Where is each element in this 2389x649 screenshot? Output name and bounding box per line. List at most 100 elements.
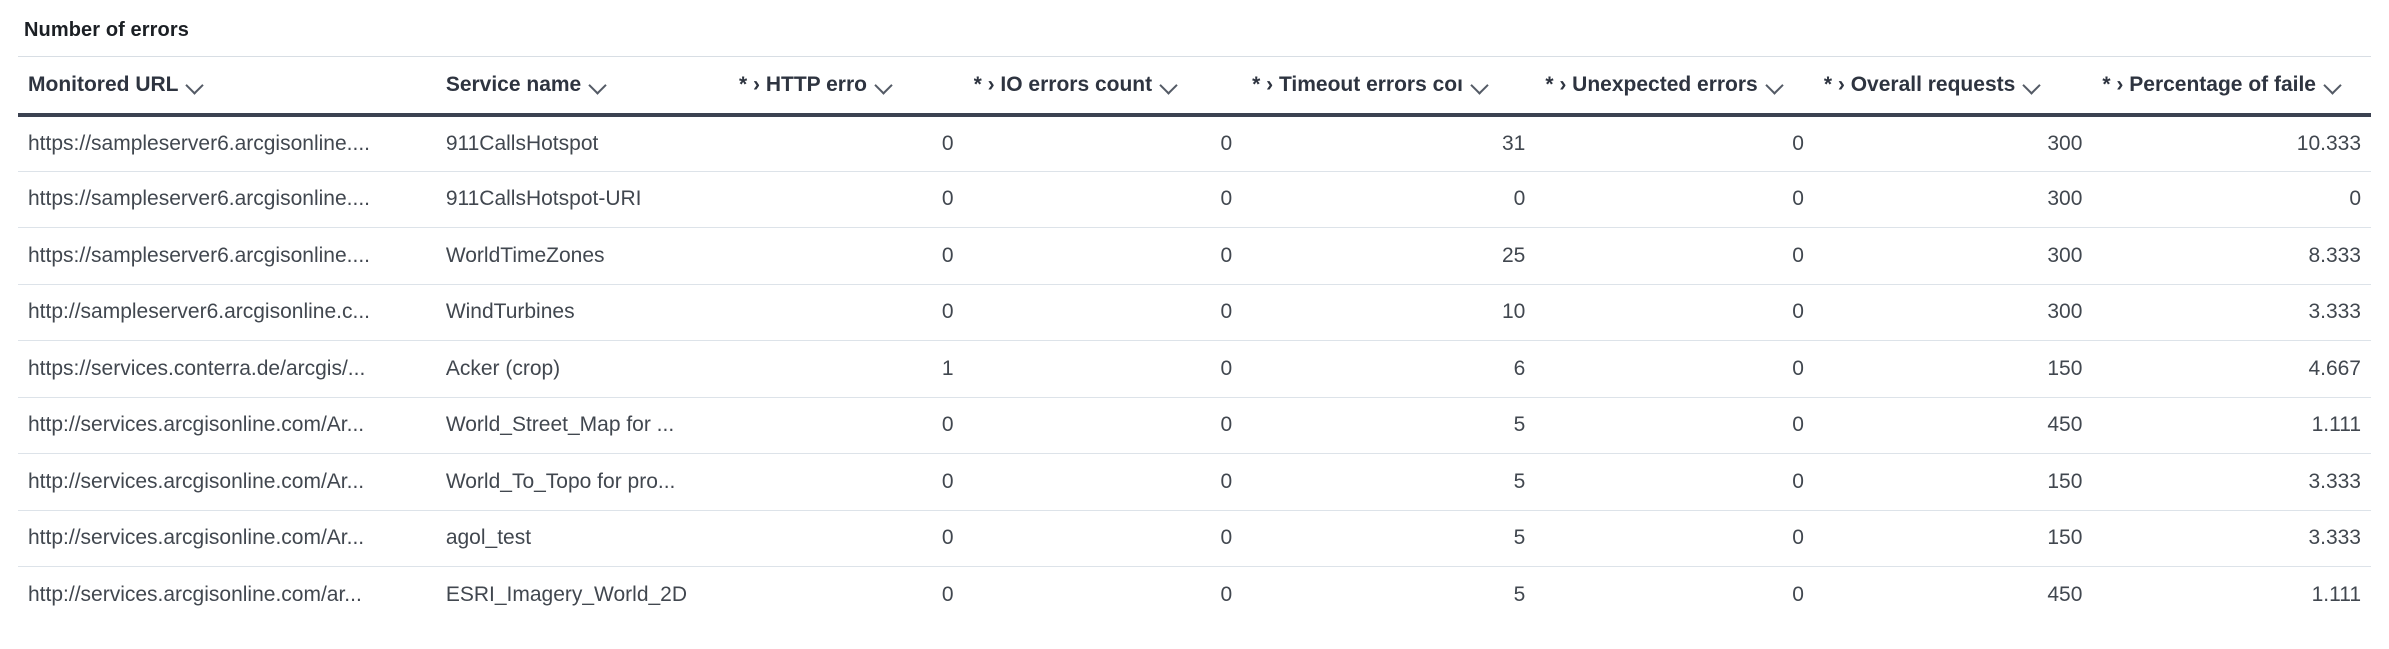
cell-http-errors: 0 xyxy=(729,284,964,341)
cell-monitored-url: http://sampleserver6.arcgisonline.c... xyxy=(18,284,436,341)
cell-io-errors: 0 xyxy=(963,284,1243,341)
column-header-label: * › Unexpected errors xyxy=(1545,72,1758,96)
cell-unexpected-errors: 0 xyxy=(1535,227,1814,285)
cell-monitored-url: https://sampleserver6.arcgisonline.... xyxy=(18,171,436,228)
cell-overall-requests: 300 xyxy=(1813,171,2093,228)
chevron-down-icon[interactable] xyxy=(1160,76,1178,94)
cell-overall-requests: 150 xyxy=(1813,510,2093,567)
column-header-label: * › Timeout errors coı xyxy=(1252,72,1463,96)
table-row[interactable]: http://services.arcgisonline.com/Ar... ag… xyxy=(18,510,2371,567)
cell-percentage-failed: 3.333 xyxy=(2092,453,2371,511)
cell-monitored-url: http://services.arcgisonline.com/Ar... xyxy=(18,453,436,511)
cell-service-name: agol_test xyxy=(435,510,730,567)
column-header-label: Service name xyxy=(445,72,582,96)
cell-overall-requests: 300 xyxy=(1813,227,2093,285)
cell-overall-requests: 300 xyxy=(1813,284,2093,341)
cell-service-name: World_To_Topo for pro... xyxy=(435,453,730,511)
cell-percentage-failed: 1.111 xyxy=(2311,583,2361,606)
cell-percentage-failed: 3.333 xyxy=(2092,284,2371,341)
cell-timeout-errors: 10 xyxy=(1242,284,1536,341)
cell-overall-requests: 150 xyxy=(1813,340,2093,398)
cell-http-errors: 0 xyxy=(729,453,964,511)
cell-percentage-failed: 10.333 xyxy=(2092,114,2371,172)
cell-monitored-url: http://services.arcgisonline.com/Ar... xyxy=(18,397,436,454)
cell-io-errors: 0 xyxy=(963,397,1243,454)
cell-timeout-errors: 25 xyxy=(1242,227,1536,285)
cell-http-errors: 0 xyxy=(729,114,964,172)
table-row[interactable]: http://services.arcgisonline.com/Ar... Wo… xyxy=(18,397,2371,454)
cell-service-name: ESRI_Imagery_World_2D xyxy=(445,583,688,606)
cell-monitored-url: https://sampleserver6.arcgisonline.... xyxy=(18,114,436,172)
chevron-down-icon[interactable] xyxy=(2023,76,2041,94)
column-header-timeout-errors-count[interactable]: * › Timeout errors coı xyxy=(1242,56,1536,117)
cell-unexpected-errors: 0 xyxy=(1535,284,1814,341)
chevron-down-icon[interactable] xyxy=(1766,76,1784,94)
table-row[interactable]: https://sampleserver6.arcgisonline.... 91… xyxy=(18,171,2371,228)
table-row[interactable]: https://sampleserver6.arcgisonline.... Wo… xyxy=(18,227,2371,285)
column-header-unexpected-errors[interactable]: * › Unexpected errors xyxy=(1535,56,1814,117)
cell-percentage-failed: 3.333 xyxy=(2092,510,2371,567)
cell-io-errors: 0 xyxy=(963,171,1243,228)
cell-overall-requests: 150 xyxy=(1813,453,2093,511)
cell-service-name: WindTurbines xyxy=(435,284,730,341)
cell-overall-requests: 450 xyxy=(2047,583,2083,606)
page-title: Number of errors xyxy=(24,19,189,41)
cell-service-name: 911CallsHotspot xyxy=(435,114,730,172)
column-header-io-errors-count[interactable]: * › IO errors count xyxy=(963,56,1243,117)
column-header-service-name[interactable]: Service name xyxy=(435,56,730,117)
cell-http-errors: 0 xyxy=(729,227,964,285)
table-row[interactable]: https://sampleserver6.arcgisonline.... 91… xyxy=(18,114,2371,172)
column-header-label: * › HTTP erro xyxy=(739,72,867,96)
cell-io-errors: 0 xyxy=(963,453,1243,511)
table-row[interactable]: https://services.conterra.de/arcgis/... A… xyxy=(18,340,2371,398)
cell-monitored-url: https://services.conterra.de/arcgis/... xyxy=(18,340,436,398)
cell-http-errors: 1 xyxy=(729,340,964,398)
cell-io-errors: 0 xyxy=(963,340,1243,398)
table-row[interactable]: http://sampleserver6.arcgisonline.c... Wi… xyxy=(18,284,2371,341)
cell-timeout-errors: 5 xyxy=(1513,583,1526,606)
cell-timeout-errors: 0 xyxy=(1242,171,1536,228)
cell-monitored-url: http://services.arcgisonline.com/ar... xyxy=(28,583,362,606)
chevron-down-icon[interactable] xyxy=(186,76,204,94)
errors-panel: Number of errors Monitored URL Service n… xyxy=(0,0,2389,649)
cell-http-errors: 0 xyxy=(729,397,964,454)
cell-io-errors: 0 xyxy=(1220,583,1233,606)
cell-timeout-errors: 31 xyxy=(1242,114,1536,172)
cell-monitored-url: http://services.arcgisonline.com/Ar... xyxy=(18,510,436,567)
cell-http-errors: 0 xyxy=(729,510,964,567)
cell-io-errors: 0 xyxy=(963,114,1243,172)
cell-timeout-errors: 5 xyxy=(1242,510,1536,567)
cell-unexpected-errors: 0 xyxy=(1535,510,1814,567)
cell-service-name: Acker (crop) xyxy=(435,340,730,398)
cell-io-errors: 0 xyxy=(963,227,1243,285)
column-header-label: * › Overall requests xyxy=(1823,72,2016,96)
cell-io-errors: 0 xyxy=(963,510,1243,567)
column-header-http-errors[interactable]: * › HTTP erro xyxy=(729,56,964,117)
table-row[interactable]: http://services.arcgisonline.com/Ar... Wo… xyxy=(18,453,2371,511)
cell-http-errors: 0 xyxy=(941,583,954,606)
chevron-down-icon[interactable] xyxy=(589,76,607,94)
cell-percentage-failed: 8.333 xyxy=(2092,227,2371,285)
chevron-down-icon[interactable] xyxy=(1471,76,1489,94)
cell-percentage-failed: 4.667 xyxy=(2092,340,2371,398)
table-header: Monitored URL Service name * › HTTP erro xyxy=(18,56,2371,117)
chevron-down-icon[interactable] xyxy=(2324,76,2342,94)
column-header-overall-requests[interactable]: * › Overall requests xyxy=(1813,56,2093,117)
cell-http-errors: 0 xyxy=(729,171,964,228)
cell-percentage-failed: 0 xyxy=(2092,171,2371,228)
cell-service-name: World_Street_Map for ... xyxy=(435,397,730,454)
table-row[interactable]: http://services.arcgisonline.com/ar... ES… xyxy=(18,567,2371,624)
cell-unexpected-errors: 0 xyxy=(1535,114,1814,172)
cell-unexpected-errors: 0 xyxy=(1535,340,1814,398)
cell-service-name: WorldTimeZones xyxy=(435,227,730,285)
cell-unexpected-errors: 0 xyxy=(1535,397,1814,454)
cell-timeout-errors: 6 xyxy=(1242,340,1536,398)
column-header-percentage-of-failed[interactable]: * › Percentage of faile xyxy=(2092,56,2371,117)
cell-unexpected-errors: 0 xyxy=(1792,583,1804,606)
chevron-down-icon[interactable] xyxy=(875,76,893,94)
column-header-monitored-url[interactable]: Monitored URL xyxy=(18,56,436,117)
cell-monitored-url: https://sampleserver6.arcgisonline.... xyxy=(18,227,436,285)
cell-service-name: 911CallsHotspot-URI xyxy=(435,171,730,228)
column-header-label: * › IO errors count xyxy=(973,72,1153,96)
cell-percentage-failed: 1.111 xyxy=(2092,397,2371,454)
